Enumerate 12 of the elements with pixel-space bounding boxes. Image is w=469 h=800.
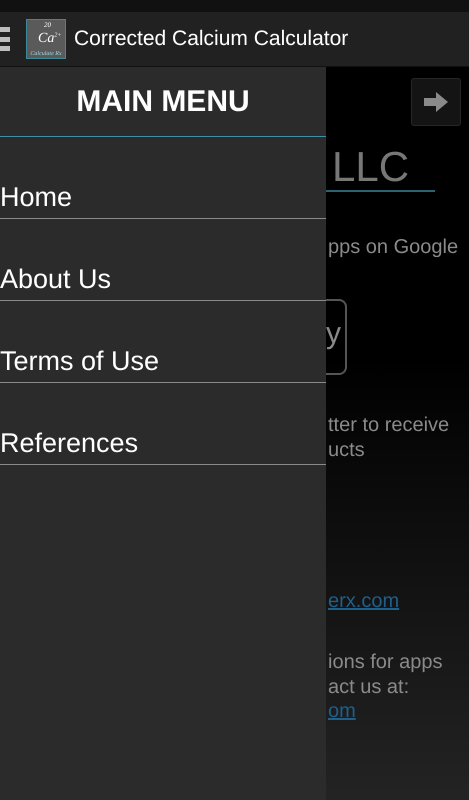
next-button[interactable] (411, 78, 461, 126)
paragraph: pps on Google (328, 236, 458, 259)
menu-item[interactable]: About Us (0, 219, 326, 301)
menu-item[interactable]: Terms of Use (0, 301, 326, 383)
drawer-title: MAIN MENU (0, 67, 326, 137)
menu-item[interactable]: Home (0, 137, 326, 219)
paragraph: tter to receive ucts (328, 413, 450, 463)
menu-icon[interactable] (0, 27, 10, 51)
arrow-right-icon (424, 92, 448, 112)
paragraph: ions for apps act us at: (328, 650, 443, 700)
menu-item[interactable]: References (0, 383, 326, 465)
app-title: Corrected Calcium Calculator (74, 27, 348, 51)
